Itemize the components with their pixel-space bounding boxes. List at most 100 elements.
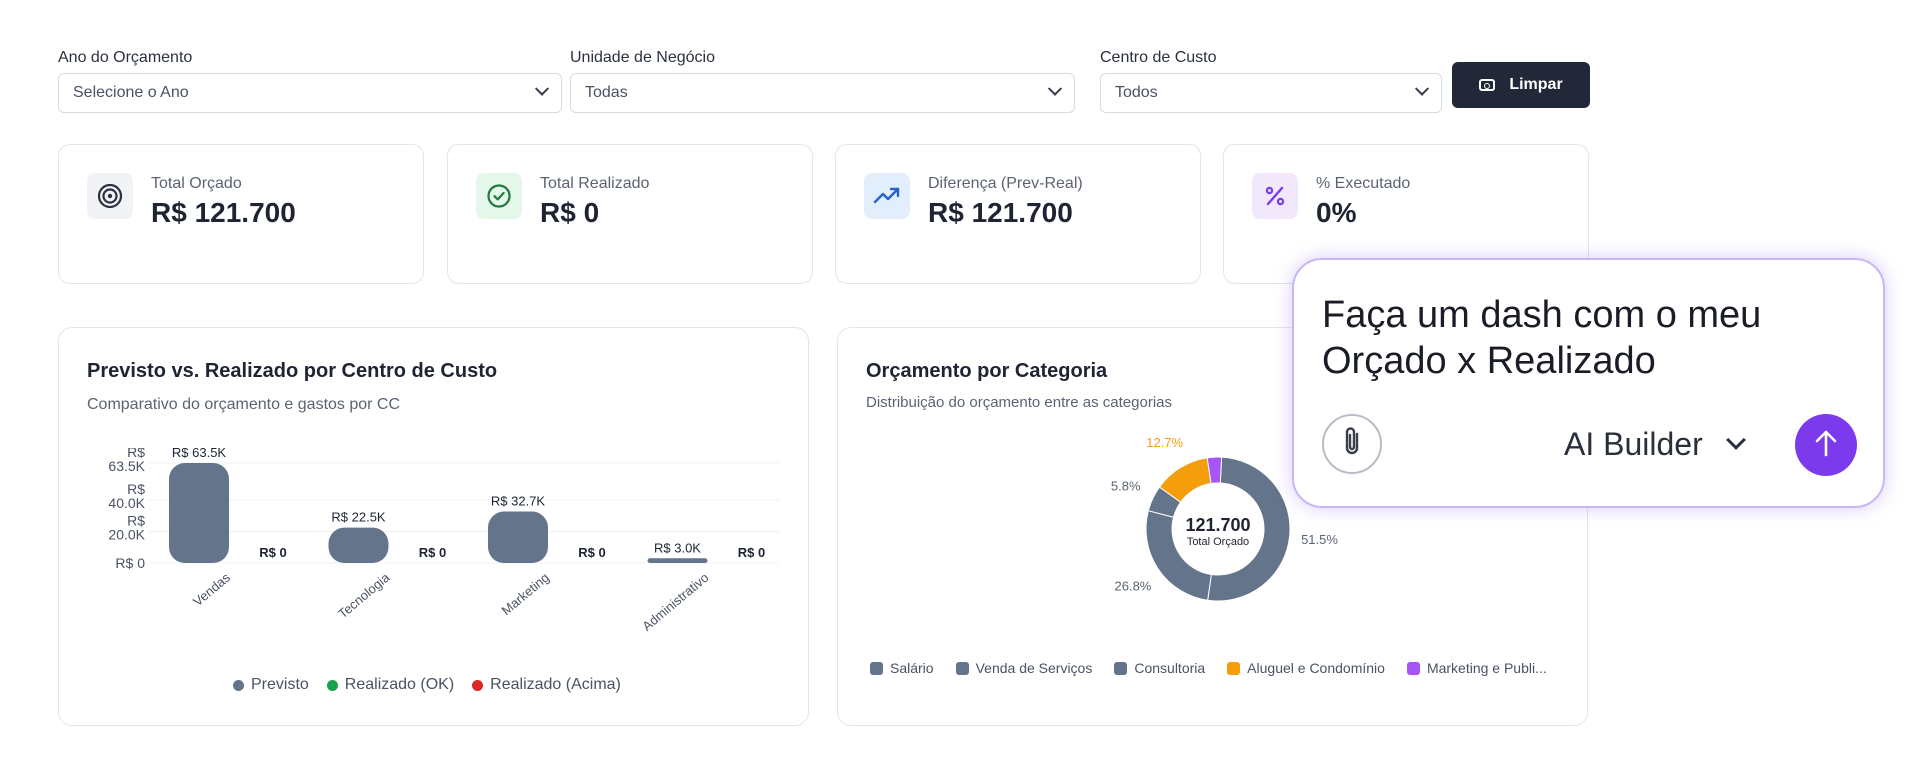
slice-label: 26.8%	[1115, 578, 1152, 593]
legend-label: Previsto	[251, 676, 309, 693]
cost-center-select-value: Todos	[1115, 84, 1158, 101]
year-select-value: Selecione o Ano	[73, 84, 189, 101]
kpi-card-diferenca: Diferença (Prev-Real) R$ 121.700	[835, 144, 1201, 284]
chevron-down-icon	[534, 81, 550, 96]
x-tick-label: Vendas	[190, 569, 233, 609]
legend-label: Realizado (OK)	[344, 676, 455, 693]
kpi-label: Total Orçado	[151, 175, 242, 192]
filter-business-unit-label: Unidade de Negócio	[570, 49, 715, 66]
filter-year: Ano do Orçamento Selecione o Ano	[58, 48, 562, 113]
legend-label: Salário	[890, 660, 934, 676]
target-icon	[87, 173, 133, 219]
legend-label: Realizado (Acima)	[490, 676, 621, 693]
kpi-label: Total Realizado	[540, 175, 650, 192]
bar-data-label: R$ 63.5K	[172, 448, 227, 460]
legend-item-realizado-acima[interactable]: Realizado (Acima)	[472, 676, 621, 694]
legend-label: Venda de Serviços	[975, 660, 1093, 676]
bar-data-label: R$ 0	[578, 545, 605, 560]
legend-label: Aluguel e Condomínio	[1247, 660, 1385, 676]
cost-center-select[interactable]: Todos	[1100, 73, 1442, 113]
bar-data-label: R$ 3.0K	[654, 540, 701, 555]
check-circle-icon	[476, 173, 522, 219]
model-selector-label: AI Builder	[1564, 426, 1703, 462]
legend-label: Consultoria	[1134, 660, 1206, 676]
legend-item-realizado-ok[interactable]: Realizado (OK)	[326, 676, 455, 694]
y-tick-label: R$ 0	[115, 555, 145, 571]
pie-chart-title: Orçamento por Categoria	[866, 360, 1108, 382]
y-tick-label: 40.0K	[108, 495, 145, 511]
percent-icon	[1252, 173, 1298, 219]
kpi-value: R$ 121.700	[928, 197, 1073, 228]
send-button[interactable]	[1795, 414, 1857, 476]
business-unit-select-value: Todas	[585, 84, 628, 101]
slice-label: 51.5%	[1301, 532, 1338, 547]
bar-previsto	[169, 463, 229, 563]
legend-item-venda-servicos[interactable]: Venda de Serviços	[955, 660, 1093, 676]
business-unit-select[interactable]: Todas	[570, 73, 1075, 113]
x-tick-label: Marketing	[499, 570, 552, 618]
ai-prompt-panel: Faça um dash com o meu Orçado x Realizad…	[1292, 258, 1885, 508]
donut-center-label: Total Orçado	[1187, 536, 1249, 548]
bar-data-label: R$ 0	[419, 545, 446, 560]
bar-chart-card: Previsto vs. Realizado por Centro de Cus…	[58, 327, 809, 726]
pie-chart-subtitle: Distribuição do orçamento entre as categ…	[866, 394, 1172, 411]
year-select[interactable]: Selecione o Ano	[58, 73, 562, 113]
legend-swatch	[1114, 661, 1128, 675]
arrow-up-icon	[1813, 428, 1839, 463]
clear-filters-label: Limpar	[1509, 76, 1563, 93]
x-tick-label: Administrativo	[639, 570, 711, 634]
legend-swatch	[1227, 661, 1241, 675]
legend-swatch	[1406, 661, 1420, 675]
legend-item-salario[interactable]: Salário	[870, 660, 934, 676]
trending-up-icon	[864, 173, 910, 219]
filter-cost-center-label: Centro de Custo	[1100, 49, 1217, 66]
legend-item-consultoria[interactable]: Consultoria	[1114, 660, 1205, 676]
bar-data-label: R$ 0	[259, 545, 286, 560]
filter-bar: Ano do Orçamento Selecione o Ano Unidade…	[58, 48, 1590, 113]
legend-item-aluguel[interactable]: Aluguel e Condomínio	[1227, 660, 1385, 676]
paperclip-icon	[1337, 424, 1367, 465]
kpi-label: % Executado	[1316, 175, 1411, 192]
legend-swatch	[955, 661, 969, 675]
pie-chart-legend: Salário Venda de Serviços Consultoria Al…	[870, 660, 1547, 676]
chevron-down-icon	[1725, 429, 1746, 450]
legend-swatch	[870, 661, 883, 675]
kpi-value: 0%	[1316, 197, 1357, 228]
kpi-value: R$ 0	[540, 197, 600, 228]
legend-label: Marketing e Publi...	[1426, 660, 1547, 676]
bar-previsto	[488, 511, 548, 563]
bar-data-label: R$ 32.7K	[491, 494, 546, 509]
model-selector[interactable]: AI Builder	[1564, 426, 1746, 463]
legend-swatch	[233, 679, 244, 691]
legend-item-previsto[interactable]: Previsto	[233, 676, 309, 694]
filter-year-label: Ano do Orçamento	[58, 49, 193, 66]
bar-chart-title: Previsto vs. Realizado por Centro de Cus…	[87, 360, 498, 382]
eraser-icon	[1479, 79, 1496, 91]
bar-data-label: R$ 22.5K	[331, 510, 386, 525]
bar-chart: R$ 0R$20.0KR$40.0KR$63.5KR$ 63.5KR$ 0Ven…	[108, 448, 779, 634]
bar-chart-subtitle: Comparativo do orçamento e gastos por CC	[87, 396, 401, 413]
donut-center-value: 121.700	[1185, 515, 1250, 535]
slice-label: 5.8%	[1111, 479, 1141, 494]
kpi-card-total-orcado: Total Orçado R$ 121.700	[58, 144, 424, 284]
x-tick-label: Tecnologia	[335, 569, 393, 621]
prompt-input[interactable]: Faça um dash com o meu Orçado x Realizad…	[1322, 292, 1842, 384]
kpi-label: Diferença (Prev-Real)	[928, 175, 1083, 192]
legend-swatch	[472, 679, 484, 691]
slice-label: 12.7%	[1146, 435, 1183, 450]
y-tick-label: 20.0K	[108, 527, 145, 543]
bar-previsto	[328, 527, 389, 563]
y-tick-label: 63.5K	[108, 458, 145, 474]
filter-business-unit: Unidade de Negócio Todas	[570, 48, 1075, 113]
filter-cost-center: Centro de Custo Todos	[1100, 48, 1442, 113]
attach-button[interactable]	[1322, 414, 1382, 474]
bar-data-label: R$ 0	[738, 545, 765, 560]
legend-swatch	[326, 679, 338, 691]
bar-previsto	[647, 558, 708, 563]
bar-chart-legend: Previsto Realizado (OK) Realizado (Acima…	[233, 676, 621, 694]
kpi-card-total-realizado: Total Realizado R$ 0	[447, 144, 813, 284]
chevron-down-icon	[1047, 81, 1063, 96]
clear-filters-button[interactable]: Limpar	[1452, 62, 1590, 108]
kpi-value: R$ 121.700	[151, 197, 296, 228]
legend-item-marketing[interactable]: Marketing e Publi...	[1406, 660, 1547, 676]
